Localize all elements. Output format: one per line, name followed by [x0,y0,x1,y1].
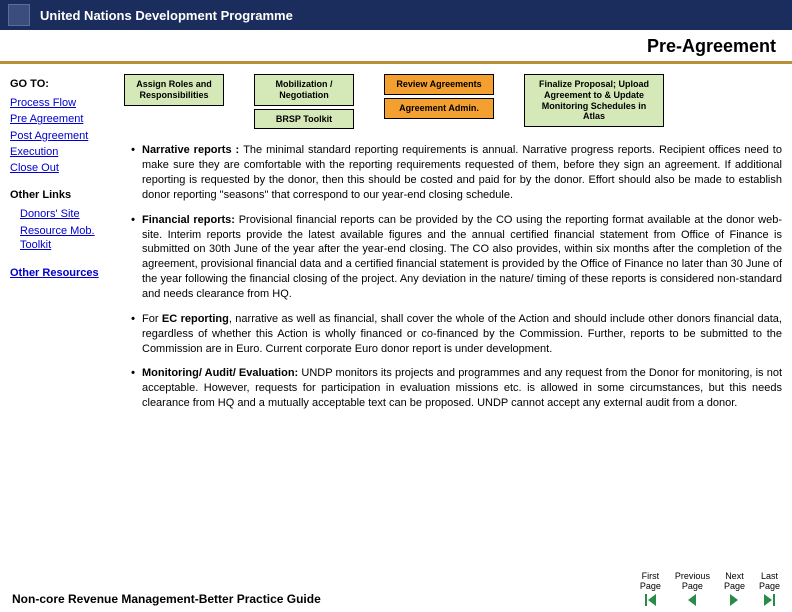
flow-agreement-admin[interactable]: Agreement Admin. [384,98,494,119]
first-page-icon [645,594,656,606]
flow-assign-roles[interactable]: Assign Roles and Responsibilities [124,74,224,106]
bullet-dot-icon: • [124,312,142,357]
other-links-heading: Other Links [10,189,112,201]
link-close-out[interactable]: Close Out [10,161,112,175]
header-bar: United Nations Development Programme [0,0,792,30]
link-donors-site[interactable]: Donors' Site [20,207,112,221]
footer-title: Non-core Revenue Management-Better Pract… [12,592,321,606]
undp-logo [8,4,30,26]
bullet-text: Narrative reports : The minimal standard… [142,143,782,202]
last-page-icon [764,594,775,606]
nav-next-page[interactable]: NextPage [724,572,745,606]
main-area: Assign Roles and Responsibilities Mobili… [120,74,782,421]
flow-review-agreements[interactable]: Review Agreements [384,74,494,95]
nav-previous-page[interactable]: PreviousPage [675,572,710,606]
bullet-financial: • Financial reports: Provisional financi… [124,213,782,302]
content-area: GO TO: Process Flow Pre Agreement Post A… [0,64,792,421]
bullet-monitoring: • Monitoring/ Audit/ Evaluation: UNDP mo… [124,366,782,411]
bullet-list: • Narrative reports : The minimal standa… [124,143,782,411]
flow-mobilization[interactable]: Mobilization / Negotiation [254,74,354,106]
link-execution[interactable]: Execution [10,145,112,159]
link-resource-mob[interactable]: Resource Mob. Toolkit [20,224,112,253]
flow-brsp-toolkit[interactable]: BRSP Toolkit [254,109,354,130]
previous-page-icon [688,594,696,606]
org-name: United Nations Development Programme [40,8,293,23]
bullet-text: Financial reports: Provisional financial… [142,213,782,302]
link-process-flow[interactable]: Process Flow [10,96,112,110]
goto-heading: GO TO: [10,78,112,90]
link-other-resources[interactable]: Other Resources [10,266,112,280]
bullet-text: For EC reporting, narrative as well as f… [142,312,782,357]
link-post-agreement[interactable]: Post Agreement [10,129,112,143]
nav-group: FirstPage PreviousPage NextPage LastPage [640,572,780,606]
bullet-dot-icon: • [124,143,142,202]
bullet-narrative: • Narrative reports : The minimal standa… [124,143,782,202]
next-page-icon [730,594,738,606]
nav-last-page[interactable]: LastPage [759,572,780,606]
page-title: Pre-Agreement [0,30,792,64]
bullet-text: Monitoring/ Audit/ Evaluation: UNDP moni… [142,366,782,411]
sidebar: GO TO: Process Flow Pre Agreement Post A… [10,74,120,421]
nav-first-page[interactable]: FirstPage [640,572,661,606]
footer: Non-core Revenue Management-Better Pract… [0,572,792,606]
bullet-ec-reporting: • For EC reporting, narrative as well as… [124,312,782,357]
bullet-dot-icon: • [124,213,142,302]
bullet-dot-icon: • [124,366,142,411]
link-pre-agreement[interactable]: Pre Agreement [10,112,112,126]
flow-row: Assign Roles and Responsibilities Mobili… [124,74,782,129]
flow-finalize-proposal[interactable]: Finalize Proposal; Upload Agreement to &… [524,74,664,127]
